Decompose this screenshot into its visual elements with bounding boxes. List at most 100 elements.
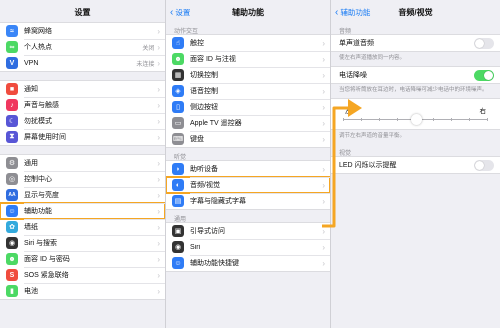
chevron-right-icon: ›: [157, 42, 160, 52]
list-item-highlighted[interactable]: ☺ 辅助功能 ›: [0, 202, 165, 220]
hotspot-icon: ∞: [6, 41, 18, 53]
balance-tick: [469, 118, 470, 121]
list-item-highlighted[interactable]: ◐ 音频/视觉 ›: [166, 176, 330, 194]
list-item-label: 勿扰模式: [24, 118, 52, 125]
list-item[interactable]: ◎ 控制中心 ›: [0, 171, 165, 187]
mono-audio-row: 单声道音频: [331, 35, 500, 51]
list-item-label: 蜂窝网络: [24, 28, 52, 35]
accessibility-pane: ‹ 设置 辅助功能 动作交互 ☝ 触控 › ☻ 面容 ID 与注视 › ▦ 切换控制 › ◈ 语音控…: [166, 0, 331, 328]
noise-cancel-description: 当您将听筒放在耳边时，电话降噪可减少电话中的环境噪声。: [339, 87, 488, 93]
list-item[interactable]: ☝ 触控 ›: [166, 35, 330, 51]
balance-tick: [397, 118, 398, 121]
list-item[interactable]: S SOS 紧急联络 ›: [0, 267, 165, 283]
led-flash-label: LED 闪烁以示提醒: [339, 162, 397, 169]
noise-cancel-label: 电话降噪: [339, 72, 367, 79]
list-item[interactable]: ✿ 墙纸 ›: [0, 219, 165, 235]
list-item-label: 面容 ID 与注视: [190, 56, 236, 63]
chevron-right-icon: ›: [322, 242, 325, 252]
sound-icon: ♪: [6, 99, 18, 111]
list-item[interactable]: V VPN 未连接 ›: [0, 55, 165, 71]
settings-nav-bar: 设置: [0, 0, 165, 22]
list-item-label: 显示与亮度: [24, 192, 59, 199]
mono-audio-toggle[interactable]: [474, 37, 494, 49]
chevron-right-icon: ›: [322, 226, 325, 236]
chevron-right-icon: ›: [322, 180, 325, 190]
list-item[interactable]: ∞ 个人热点 关闭 ›: [0, 39, 165, 55]
accessibility-group-interaction: ☝ 触控 › ☻ 面容 ID 与注视 › ▦ 切换控制 › ◈ 语音控制 › ▯ 侧边按钮 › ▭ Apple …: [166, 34, 330, 148]
chevron-right-icon: ›: [322, 164, 325, 174]
chevron-right-icon: ›: [322, 102, 325, 112]
list-item[interactable]: ⚙ 通用 ›: [0, 155, 165, 171]
list-item[interactable]: ▤ 字幕与隐藏式字幕 ›: [166, 193, 330, 209]
list-item[interactable]: ◗ 助听设备 ›: [166, 161, 330, 177]
section-label-hearing: 听觉: [174, 155, 187, 161]
list-item[interactable]: ◈ 语音控制 ›: [166, 83, 330, 99]
list-item[interactable]: ♪ 声音与触感 ›: [0, 97, 165, 113]
chevron-right-icon: ›: [157, 286, 160, 296]
list-item[interactable]: ▮ 电池 ›: [0, 283, 165, 299]
list-item[interactable]: ▭ Apple TV 遥控器 ›: [166, 115, 330, 131]
chevron-right-icon: ›: [322, 54, 325, 64]
balance-description: 调节左右声道的音量平衡。: [339, 133, 406, 139]
list-item-label: 通用: [24, 160, 38, 167]
mono-audio-label: 单声道音频: [339, 40, 374, 47]
list-item[interactable]: ≈ 蜂窝网络 ›: [0, 23, 165, 39]
list-item[interactable]: ☺ 辅助功能快捷键 ›: [166, 255, 330, 271]
list-item[interactable]: ☻ 面容 ID 与密码 ›: [0, 251, 165, 267]
chevron-right-icon: ›: [157, 238, 160, 248]
accessibility-nav-bar: ‹ 设置 辅助功能: [166, 0, 330, 22]
balance-right-label: 右: [479, 108, 487, 115]
audio-visual-icon: ◐: [172, 179, 184, 191]
guided-access-icon: ▣: [172, 225, 184, 237]
list-item[interactable]: ▣ 引导式访问 ›: [166, 223, 330, 239]
balance-slider-thumb[interactable]: [410, 114, 422, 125]
keyboard-icon: ⌨: [172, 133, 184, 145]
hourglass-icon: ⧗: [6, 131, 18, 143]
chevron-right-icon: ›: [322, 70, 325, 80]
faceid-attention-icon: ☻: [172, 53, 184, 65]
list-item[interactable]: ⧗ 屏幕使用时间 ›: [0, 129, 165, 145]
touch-icon: ☝: [172, 37, 184, 49]
list-item-label: VPN: [24, 59, 39, 67]
chevron-right-icon: ›: [322, 196, 325, 206]
accessibility-shortcut-icon: ☺: [172, 257, 184, 269]
list-item-label: SOS 紧急联络: [24, 272, 69, 279]
led-flash-group: LED 闪烁以示提醒: [331, 156, 500, 174]
siri-icon: ◉: [6, 237, 18, 249]
list-item-label: 辅助功能: [24, 208, 52, 215]
chevron-right-icon: ›: [157, 254, 160, 264]
list-item-label: 通知: [24, 86, 38, 93]
side-button-icon: ▯: [172, 101, 184, 113]
list-item-label: Siri 与搜索: [24, 240, 58, 247]
list-item-label: 触控: [190, 40, 204, 47]
control-center-icon: ◎: [6, 173, 18, 185]
chevron-right-icon: ›: [157, 58, 160, 68]
chevron-right-icon: ›: [157, 26, 160, 36]
settings-group-general: ⚙ 通用 › ◎ 控制中心 › AA 显示与亮度 › ☺ 辅助功能 › ✿ 墙纸 › ◉ Siri 与搜索 › ☻ 面…: [0, 154, 165, 300]
section-label-visual: 视觉: [339, 151, 352, 157]
mono-audio-description: 使左右声道播放同一内容。: [339, 55, 406, 61]
display-icon: AA: [6, 189, 18, 201]
list-item[interactable]: AA 显示与亮度 ›: [0, 187, 165, 203]
list-item[interactable]: ■ 通知 ›: [0, 81, 165, 97]
chevron-right-icon: ›: [322, 38, 325, 48]
chevron-right-icon: ›: [322, 86, 325, 96]
accessibility-title: 辅助功能: [232, 8, 264, 17]
list-item[interactable]: ⌨ 键盘 ›: [166, 131, 330, 147]
list-item[interactable]: ◉ Siri ›: [166, 239, 330, 255]
apple-tv-remote-icon: ▭: [172, 117, 184, 129]
gear-icon: ⚙: [6, 157, 18, 169]
noise-cancel-toggle[interactable]: [474, 69, 494, 81]
balance-tick: [487, 118, 488, 121]
list-item[interactable]: ▯ 侧边按钮 ›: [166, 99, 330, 115]
led-flash-toggle[interactable]: [474, 159, 494, 171]
settings-group-notifications: ■ 通知 › ♪ 声音与触感 › ☾ 勿扰模式 › ⧗ 屏幕使用时间 ›: [0, 80, 165, 146]
chevron-right-icon: ›: [322, 118, 325, 128]
list-item-label: 声音与触感: [24, 102, 59, 109]
list-item[interactable]: ☻ 面容 ID 与注视 ›: [166, 51, 330, 67]
list-item-label: Apple TV 遥控器: [190, 120, 242, 127]
list-item[interactable]: ☾ 勿扰模式 ›: [0, 113, 165, 129]
list-item[interactable]: ▦ 切换控制 ›: [166, 67, 330, 83]
list-item-label: 切换控制: [190, 72, 218, 79]
list-item[interactable]: ◉ Siri 与搜索 ›: [0, 235, 165, 251]
